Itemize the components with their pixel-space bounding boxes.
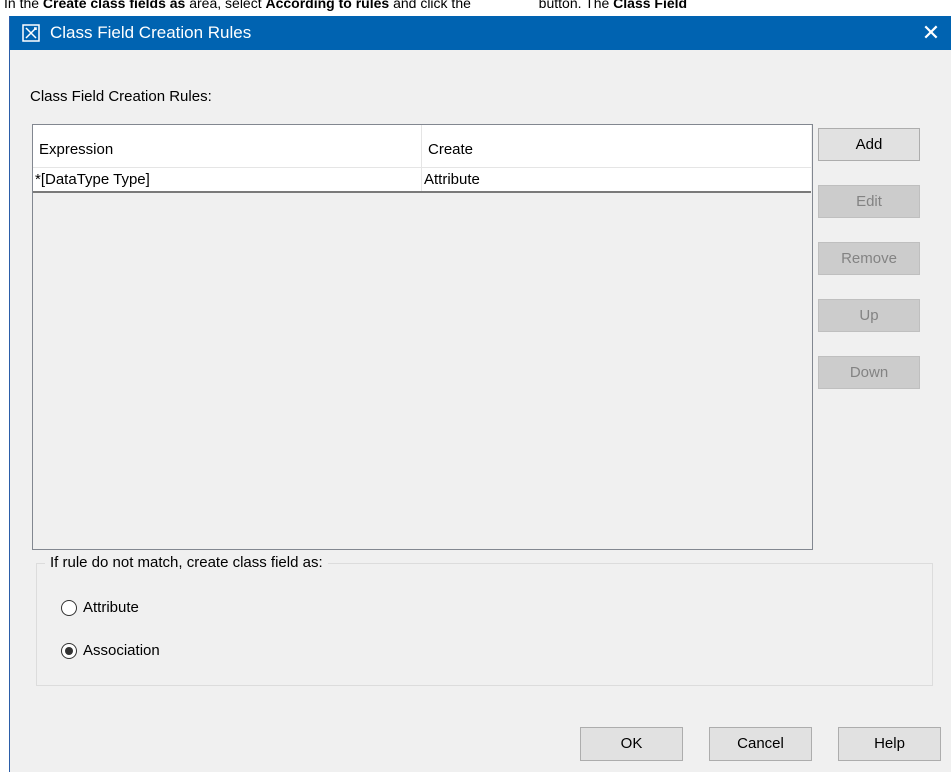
radio-button-selected-icon[interactable]: [61, 643, 77, 659]
remove-button[interactable]: Remove: [818, 242, 920, 275]
radio-label-association[interactable]: Association: [83, 641, 160, 661]
table-header: Expression Create: [33, 125, 811, 168]
cell-expression[interactable]: *[DataType Type]: [33, 168, 422, 191]
class-field-creation-rules-dialog: Class Field Creation Rules ✕ Class Field…: [9, 16, 951, 772]
caption-bold: According to rules: [265, 0, 390, 11]
fallback-groupbox: If rule do not match, create class field…: [36, 554, 933, 686]
table-row[interactable]: *[DataType Type] Attribute: [33, 168, 811, 193]
caption-text: In the: [4, 0, 43, 11]
radio-dot: [65, 647, 73, 655]
radio-label-attribute[interactable]: Attribute: [83, 598, 139, 618]
close-icon[interactable]: ✕: [911, 16, 951, 50]
help-button[interactable]: Help: [838, 727, 941, 761]
edit-button[interactable]: Edit: [818, 185, 920, 218]
title-bar: Class Field Creation Rules ✕: [10, 16, 951, 50]
radio-button-icon[interactable]: [61, 600, 77, 616]
up-button[interactable]: Up: [818, 299, 920, 332]
column-header-create[interactable]: Create: [422, 125, 811, 168]
window-title: Class Field Creation Rules: [50, 23, 252, 42]
caption-text: area, select: [185, 0, 266, 11]
caption-text: button. The: [534, 0, 614, 11]
caption-text: and click the: [389, 0, 475, 11]
down-button[interactable]: Down: [818, 356, 920, 389]
fallback-legend: If rule do not match, create class field…: [45, 554, 328, 571]
instruction-caption: In the Create class fields as area, sele…: [0, 0, 951, 16]
add-button[interactable]: Add: [818, 128, 920, 161]
column-header-expression[interactable]: Expression: [33, 125, 422, 168]
rules-section-label: Class Field Creation Rules:: [30, 88, 212, 105]
ok-button[interactable]: OK: [580, 727, 683, 761]
cancel-button[interactable]: Cancel: [709, 727, 812, 761]
rules-table: Expression Create *[DataType Type] Attri…: [32, 124, 813, 550]
cell-create[interactable]: Attribute: [422, 168, 811, 191]
app-icon: [22, 24, 40, 42]
caption-bold: Class Field: [613, 0, 688, 11]
caption-bold: Create class fields as: [42, 0, 186, 11]
